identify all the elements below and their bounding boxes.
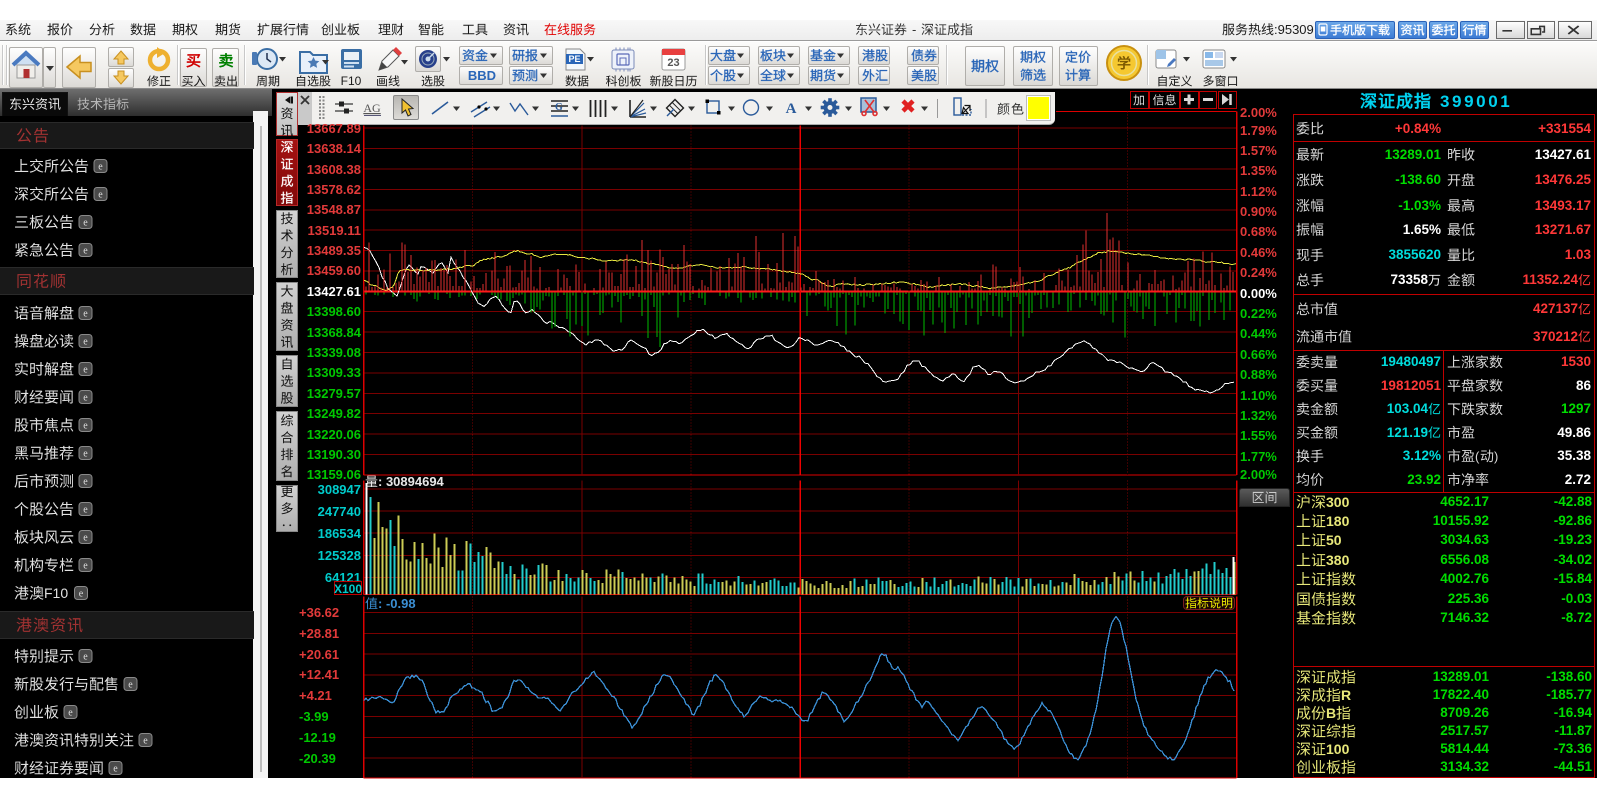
svg-text:e: e [83,561,88,572]
svg-text:e: e [83,449,88,460]
svg-text:e: e [68,708,73,719]
svg-text:A: A [786,101,797,117]
svg-text:e: e [83,652,88,663]
svg-text:e: e [113,764,118,775]
svg-text:e: e [83,505,88,516]
svg-text:AG: AG [363,101,381,115]
svg-text:e: e [128,680,133,691]
svg-text:e: e [83,421,88,432]
svg-text:e: e [83,246,88,257]
svg-text:e: e [83,309,88,320]
svg-text:e: e [83,477,88,488]
svg-text:23: 23 [667,57,679,69]
svg-text:e: e [83,533,88,544]
svg-text:G: G [555,102,563,113]
svg-text:e: e [83,337,88,348]
svg-text:e: e [98,162,103,173]
svg-text:PE: PE [568,54,580,64]
svg-text:e: e [83,393,88,404]
svg-text:e: e [98,190,103,201]
svg-text:e: e [83,218,88,229]
svg-text:e: e [79,589,84,600]
svg-text:e: e [143,736,148,747]
svg-text:e: e [83,365,88,376]
